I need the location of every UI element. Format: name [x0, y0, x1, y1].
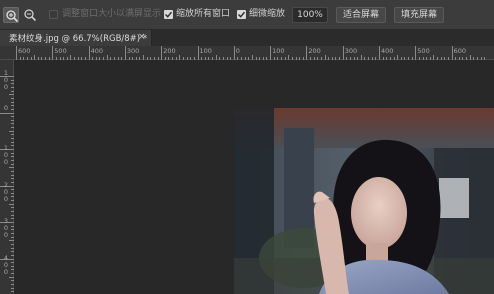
document-tab[interactable]: 素材纹身.jpg @ 66.7%(RGB/8#) * × [0, 30, 152, 46]
zoom-in-icon [6, 10, 19, 23]
ruler-label: 400 [381, 47, 394, 55]
portrait-photo [234, 108, 494, 294]
document-tab-bar: 素材纹身.jpg @ 66.7%(RGB/8#) * × [0, 30, 494, 46]
ruler-label: 500 [417, 47, 430, 55]
ruler-label: 600 [453, 47, 467, 55]
zoom-value-field[interactable]: 100% [292, 7, 328, 23]
vertical-ruler: 1 0 0 0 1 0 0 2 0 0 3 0 0 4 0 0 [0, 60, 14, 294]
checkmark-icon [165, 11, 173, 18]
ruler-label: 0 [3, 104, 9, 112]
ruler-label: 2 0 0 [3, 181, 9, 203]
ruler-label: 100 [199, 47, 212, 55]
fit-screen-button[interactable]: 适合屏幕 [336, 7, 386, 23]
ruler-label: 600 [18, 47, 31, 55]
fill-screen-button[interactable]: 填充屏幕 [394, 7, 444, 23]
horizontal-ruler: 600 500 400 300 200 100 0 100 200 300 400 500 600 [0, 46, 494, 60]
ruler-label: 200 [308, 47, 321, 55]
ruler-label: 300 [126, 47, 140, 55]
ruler-label: 200 [163, 47, 176, 55]
options-bar: 调整窗口大小以满屏显示 缩放所有窗口 细微缩放 100% 适合屏幕 填充屏幕 [0, 0, 494, 30]
zoom-out-icon [24, 9, 37, 22]
ruler-label: 0 [235, 47, 240, 55]
document-image[interactable] [234, 108, 494, 294]
ruler-label: 1 0 0 [3, 69, 9, 91]
scrubby-zoom-label: 细微缩放 [249, 9, 286, 19]
zoom-out-button[interactable] [22, 7, 38, 23]
zoom-all-windows-checkbox[interactable] [164, 10, 173, 19]
canvas-area[interactable] [14, 60, 494, 294]
ruler-label: 3 0 0 [3, 217, 9, 239]
ruler-label: 100 [272, 47, 285, 55]
checkmark-icon [238, 11, 246, 18]
ruler-label: 4 0 0 [3, 254, 9, 276]
zoom-in-button[interactable] [3, 7, 19, 23]
ruler-label: 500 [54, 47, 67, 55]
resize-windows-checkbox[interactable] [49, 10, 58, 19]
ruler-label: 400 [90, 47, 104, 55]
scrubby-zoom-checkbox[interactable] [237, 10, 246, 19]
resize-windows-label: 调整窗口大小以满屏显示 [62, 9, 162, 19]
document-tab-title: 素材纹身.jpg @ 66.7%(RGB/8#) * [9, 34, 148, 44]
ruler-label: 300 [344, 47, 358, 55]
close-icon[interactable]: × [138, 32, 146, 43]
ruler-label: 1 0 0 [3, 144, 9, 166]
zoom-all-windows-label: 缩放所有窗口 [176, 9, 231, 19]
